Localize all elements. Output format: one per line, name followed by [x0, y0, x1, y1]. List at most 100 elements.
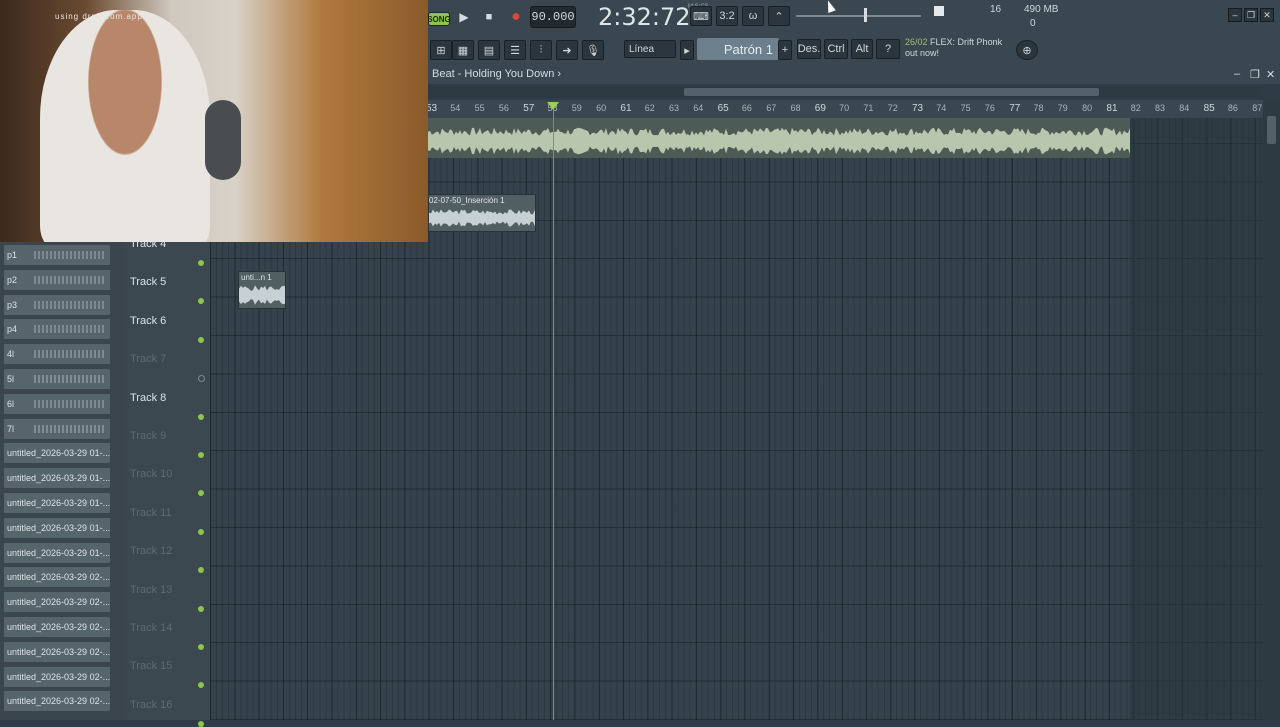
bar-number[interactable]: 61: [620, 103, 631, 114]
browser-item[interactable]: untitled_2026-03-29 01-...: [4, 542, 110, 563]
browser-item[interactable]: 7l: [4, 418, 110, 439]
track-mute-led[interactable]: [198, 682, 204, 689]
browser-item[interactable]: p3: [4, 294, 110, 315]
bar-number[interactable]: 77: [1009, 103, 1020, 114]
news-ticker[interactable]: 26/02 FLEX: Drift Phonk out now!: [905, 37, 1015, 63]
bar-number[interactable]: 64: [693, 103, 703, 113]
track-mute-led[interactable]: [198, 644, 204, 650]
loop-record-icon[interactable]: ω: [742, 6, 764, 26]
bar-number[interactable]: 84: [1179, 103, 1189, 113]
browser-item[interactable]: 4l: [4, 344, 110, 365]
mic-icon[interactable]: 🎙: [582, 40, 604, 60]
track-name[interactable]: Track 12: [130, 545, 172, 557]
slider-knob[interactable]: [864, 8, 867, 22]
playlist-close-icon[interactable]: ✕: [1266, 68, 1275, 81]
bar-number[interactable]: 85: [1204, 103, 1215, 114]
bar-number[interactable]: 67: [766, 103, 776, 113]
bar-number[interactable]: 68: [791, 103, 801, 113]
record-button[interactable]: ●: [506, 7, 526, 27]
bar-number[interactable]: 75: [961, 103, 971, 113]
pattern-selector[interactable]: Patrón 1: [697, 38, 779, 60]
browser-item[interactable]: untitled_2026-03-29 02-...: [4, 666, 110, 687]
bar-number[interactable]: 76: [985, 103, 995, 113]
track-mute-led[interactable]: [198, 298, 204, 305]
ctrl-button[interactable]: Ctrl: [824, 39, 848, 59]
channel-rack-icon[interactable]: ▦: [452, 40, 474, 60]
playlist-maximize-icon[interactable]: ❐: [1250, 68, 1260, 81]
browser-item[interactable]: untitled_2026-03-29 02-...: [4, 691, 110, 712]
browser-item[interactable]: untitled_2026-03-29 02-...: [4, 641, 110, 662]
track-name[interactable]: Track 10: [130, 468, 172, 480]
bar-number[interactable]: 80: [1082, 103, 1092, 113]
track-name[interactable]: Track 11: [130, 507, 172, 519]
add-pattern-icon[interactable]: +: [778, 40, 792, 60]
bar-number[interactable]: 56: [499, 103, 509, 113]
bar-number[interactable]: 82: [1131, 103, 1141, 113]
track-name[interactable]: Track 9: [130, 430, 166, 442]
browser-item[interactable]: p1: [4, 245, 110, 265]
browser-item[interactable]: untitled_2026-03-29 02-...: [4, 567, 110, 588]
track-name[interactable]: Track 6: [130, 315, 166, 327]
track-mute-led[interactable]: [198, 336, 204, 343]
playlist-minimize-icon[interactable]: –: [1234, 68, 1240, 80]
bar-number[interactable]: 63: [669, 103, 679, 113]
bar-number[interactable]: 87: [1252, 103, 1262, 113]
bar-number[interactable]: 72: [888, 103, 898, 113]
track-mute-led[interactable]: [198, 452, 204, 458]
metronome-icon[interactable]: ⌃: [768, 6, 790, 26]
maximize-icon[interactable]: ❐: [1244, 8, 1258, 22]
browser-item[interactable]: p4: [4, 319, 110, 340]
track-name[interactable]: Track 16: [130, 699, 172, 711]
stop-button[interactable]: ■: [479, 7, 499, 27]
browser-icon[interactable]: ☰: [504, 40, 526, 60]
pattern-prev-icon[interactable]: ▸: [680, 40, 694, 60]
minimize-icon[interactable]: –: [1228, 8, 1242, 22]
browser-item[interactable]: untitled_2026-03-29 01-...: [4, 493, 110, 513]
bar-number[interactable]: 81: [1106, 103, 1117, 114]
bar-number[interactable]: 62: [645, 103, 655, 113]
track-name[interactable]: Track 15: [130, 660, 172, 672]
typing-keyboard-icon[interactable]: ⌨: [690, 6, 712, 26]
track-mute-led[interactable]: [198, 413, 204, 420]
track-mute-led[interactable]: [198, 605, 204, 612]
arrow-icon[interactable]: ➜: [556, 40, 578, 60]
bar-number[interactable]: 73: [912, 103, 923, 114]
play-button[interactable]: ▶: [454, 7, 474, 27]
track-mute-led[interactable]: [198, 260, 204, 266]
bar-number[interactable]: 60: [596, 103, 606, 113]
browser-item[interactable]: untitled_2026-03-29 02-...: [4, 592, 110, 613]
bar-number[interactable]: 78: [1034, 103, 1044, 113]
track-mute-led[interactable]: [198, 528, 204, 535]
des-button[interactable]: Des.: [797, 39, 821, 59]
bar-number[interactable]: 69: [815, 103, 826, 114]
bar-number[interactable]: 83: [1155, 103, 1165, 113]
bar-number[interactable]: 66: [742, 103, 752, 113]
browser-item[interactable]: 6l: [4, 393, 110, 414]
vscroll-thumb[interactable]: [1267, 116, 1276, 144]
bar-number[interactable]: 54: [450, 103, 460, 113]
piano-roll-icon[interactable]: ▤: [478, 40, 500, 60]
browser-item[interactable]: untitled_2026-03-29 01-...: [4, 517, 110, 538]
close-icon[interactable]: ✕: [1260, 8, 1274, 22]
song-mode-toggle[interactable]: SONG: [427, 12, 451, 26]
bar-number[interactable]: 70: [839, 103, 849, 113]
bar-number[interactable]: 79: [1058, 103, 1068, 113]
track-mute-led[interactable]: [198, 490, 204, 497]
scrollbar-thumb[interactable]: [684, 88, 1099, 96]
mixer-icon[interactable]: ⫶: [530, 40, 552, 60]
browser-item[interactable]: p2: [4, 269, 110, 290]
audio-clip-unti[interactable]: unti...n 1: [238, 271, 286, 309]
master-volume-slider[interactable]: [796, 6, 926, 26]
bar-number[interactable]: 55: [475, 103, 485, 113]
browser-item[interactable]: 5l: [4, 369, 110, 389]
track-mute-led[interactable]: [198, 375, 205, 383]
playhead-marker[interactable]: [547, 102, 559, 110]
browser-item[interactable]: untitled_2026-03-29 02-...: [4, 617, 110, 637]
bar-number[interactable]: 71: [863, 103, 873, 113]
globe-icon[interactable]: ⊕: [1016, 40, 1038, 60]
audio-clip-main[interactable]: [428, 118, 1130, 158]
track-name[interactable]: Track 5: [130, 276, 166, 288]
audio-clip-insert[interactable]: 02-07-50_Inserción 1: [428, 194, 536, 232]
bar-number[interactable]: 57: [523, 103, 534, 114]
browser-item[interactable]: untitled_2026-03-29 01-...: [4, 443, 110, 464]
